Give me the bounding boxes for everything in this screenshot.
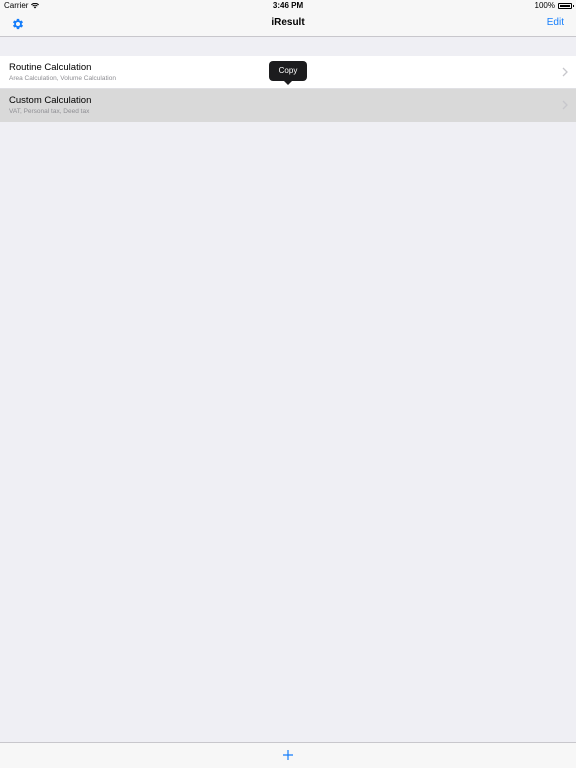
copy-menu-button[interactable]: Copy	[269, 61, 307, 85]
battery-group: 100%	[534, 0, 574, 12]
list-item-title: Routine Calculation	[9, 62, 92, 73]
list-item-subtitle: Area Calculation, Volume Calculation	[9, 75, 116, 82]
chevron-right-icon	[562, 67, 568, 77]
status-time: 3:46 PM	[272, 1, 304, 10]
chevron-right-icon	[562, 100, 568, 110]
list-item-title: Custom Calculation	[9, 95, 92, 106]
list-item-custom-calculation[interactable]: Custom Calculation VAT, Personal tax, De…	[0, 89, 576, 122]
navigation-bar: iResult Edit	[0, 12, 576, 37]
status-bar: Carrier 3:46 PM 100%	[0, 0, 576, 12]
bottom-toolbar	[0, 742, 576, 768]
edit-button[interactable]: Edit	[547, 17, 564, 28]
list-item-subtitle: VAT, Personal tax, Deed tax	[9, 108, 90, 115]
battery-icon	[558, 3, 574, 9]
page-title: iResult	[271, 17, 305, 28]
battery-percent: 100%	[534, 1, 555, 10]
plus-icon[interactable]	[282, 749, 294, 761]
